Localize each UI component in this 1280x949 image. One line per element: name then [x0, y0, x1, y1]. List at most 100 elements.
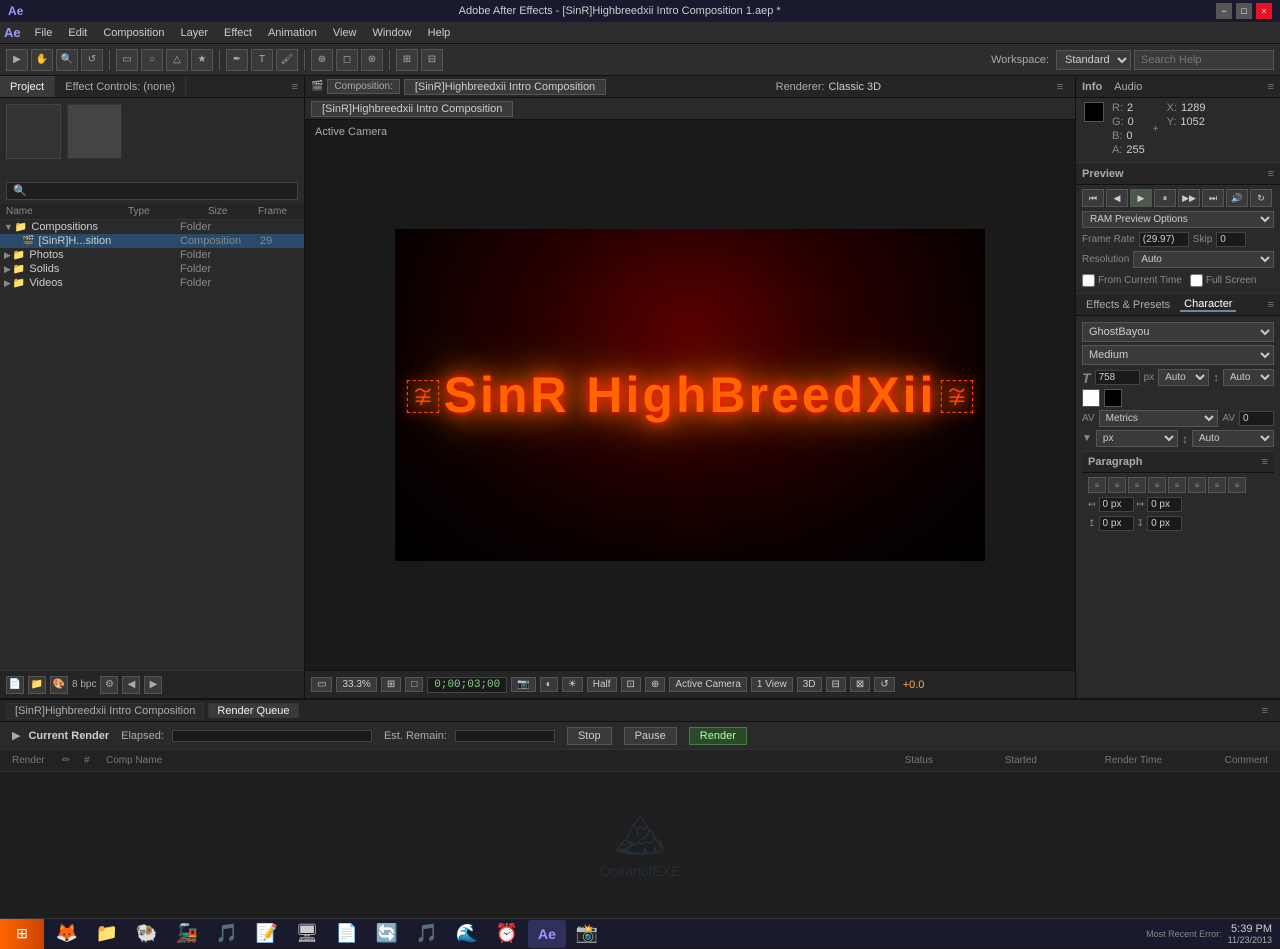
space-after-input[interactable]	[1147, 516, 1182, 531]
tool-clone[interactable]: ⊕	[311, 49, 333, 71]
taskbar-app-visio[interactable]: 📝	[248, 920, 286, 948]
taskbar-app-spotify[interactable]: 🎵	[208, 920, 246, 948]
align-center[interactable]: ≡	[1108, 477, 1126, 493]
prev-item-btn[interactable]: ◀	[122, 676, 140, 694]
leading-select[interactable]: Auto	[1223, 369, 1274, 386]
baseline-select[interactable]: Auto	[1192, 430, 1274, 447]
full-screen-label[interactable]: Full Screen	[1190, 274, 1257, 287]
panel-close[interactable]: ≡	[286, 81, 304, 93]
taskbar-app-ps[interactable]: 📸	[568, 920, 606, 948]
taskbar-app-refresh[interactable]: 🔄	[368, 920, 406, 948]
fill-color-swatch[interactable]	[1082, 389, 1100, 407]
vp-camera-dropdown[interactable]: Active Camera	[669, 677, 747, 692]
align-justify2[interactable]: ≡	[1168, 477, 1186, 493]
align-left[interactable]: ≡	[1088, 477, 1106, 493]
taskbar-app-ie[interactable]: 🌊	[448, 920, 486, 948]
font-weight-selector[interactable]: Medium	[1082, 345, 1274, 365]
tab-effect-controls[interactable]: Effect Controls: (none)	[55, 76, 186, 97]
tree-item[interactable]: ▼ 📁 Compositions Folder	[0, 220, 304, 234]
pause-btn[interactable]: Pause	[624, 727, 677, 745]
paragraph-menu[interactable]: ≡	[1262, 456, 1268, 468]
tool-pen[interactable]: ✒	[226, 49, 248, 71]
menu-file[interactable]: File	[27, 25, 61, 41]
render-btn[interactable]: Render	[689, 727, 747, 745]
kern-type-select[interactable]: Metrics	[1099, 410, 1219, 427]
menu-animation[interactable]: Animation	[260, 25, 325, 41]
prev-last-btn[interactable]: ⏭	[1202, 189, 1224, 207]
vp-3d-btn[interactable]: 3D	[797, 677, 822, 692]
taskbar-app-word[interactable]: 📄	[328, 920, 366, 948]
vp-view-mode[interactable]: Half	[587, 677, 617, 692]
menu-edit[interactable]: Edit	[60, 25, 95, 41]
vp-pixel-ratio[interactable]: ⊡	[621, 677, 641, 692]
taskbar-app-itunes[interactable]: 🎵	[408, 920, 446, 948]
align-justify[interactable]: ≡	[1148, 477, 1166, 493]
current-render-toggle[interactable]: ▶	[12, 729, 20, 742]
font-selector[interactable]: GhostBayou	[1082, 322, 1274, 342]
frame-rate-input[interactable]	[1139, 232, 1189, 247]
tool-eraser[interactable]: ◻	[336, 49, 358, 71]
tab-project[interactable]: Project	[0, 76, 55, 97]
menu-composition[interactable]: Composition	[95, 25, 172, 41]
project-search-input[interactable]	[6, 182, 298, 200]
px-unit-select[interactable]: px	[1096, 430, 1178, 447]
margin-left-input[interactable]	[1099, 497, 1134, 512]
vp-grid-btn[interactable]: ⊞	[381, 677, 401, 692]
info-menu[interactable]: ≡	[1268, 81, 1274, 93]
ram-preview-select[interactable]: RAM Preview Options	[1082, 211, 1274, 228]
settings-btn[interactable]: ⚙	[100, 676, 118, 694]
comp-dropdown[interactable]: Composition:	[327, 79, 399, 94]
tool-brush[interactable]: 🖌	[276, 49, 298, 71]
taskbar-app-ram[interactable]: 🐏	[128, 920, 166, 948]
from-current-label[interactable]: From Current Time	[1082, 274, 1182, 287]
align-right[interactable]: ≡	[1128, 477, 1146, 493]
maximize-button[interactable]: □	[1236, 3, 1252, 19]
tree-item[interactable]: 🎬 [SinR]H...sition Composition 29	[0, 234, 304, 248]
prev-audio-btn[interactable]: 🔊	[1226, 189, 1248, 207]
align-justify5[interactable]: ≡	[1228, 477, 1246, 493]
comp-panel-menu[interactable]: ≡	[1051, 81, 1069, 93]
comp-tab-main[interactable]: [SinR]Highbreedxii Intro Composition	[311, 101, 513, 117]
prev-loop-btn[interactable]: ↻	[1250, 189, 1272, 207]
align-justify3[interactable]: ≡	[1188, 477, 1206, 493]
effects-presets-tab[interactable]: Effects & Presets	[1082, 299, 1174, 311]
margin-right-input[interactable]	[1147, 497, 1182, 512]
vp-exposure-btn[interactable]: ☀	[562, 677, 583, 692]
tool-rotate[interactable]: ↺	[81, 49, 103, 71]
taskbar-app-cmd[interactable]: 🖥	[288, 920, 326, 948]
size-unit-select[interactable]: Auto	[1158, 369, 1209, 386]
start-button[interactable]: ⊞	[0, 919, 44, 949]
tool-star[interactable]: ★	[191, 49, 213, 71]
menu-view[interactable]: View	[325, 25, 365, 41]
stop-btn[interactable]: Stop	[567, 727, 612, 745]
close-button[interactable]: ×	[1256, 3, 1272, 19]
tree-item[interactable]: ▶ 📁 Photos Folder	[0, 248, 304, 262]
audio-tab[interactable]: Audio	[1114, 81, 1142, 93]
color-swatch[interactable]	[1084, 102, 1104, 122]
new-item-btn[interactable]: 📄	[6, 676, 24, 694]
taskbar-app-clock[interactable]: ⏰	[488, 920, 526, 948]
from-current-check[interactable]	[1082, 274, 1095, 287]
effects-menu[interactable]: ≡	[1268, 299, 1274, 311]
next-item-btn[interactable]: ▶	[144, 676, 162, 694]
search-input[interactable]	[1134, 50, 1274, 70]
minimize-button[interactable]: −	[1216, 3, 1232, 19]
tree-item[interactable]: ▶ 📁 Videos Folder	[0, 276, 304, 290]
workspace-select[interactable]: Standard	[1056, 50, 1131, 70]
vp-views-dropdown[interactable]: 1 View	[751, 677, 793, 692]
prev-back-btn[interactable]: ◀	[1106, 189, 1128, 207]
menu-help[interactable]: Help	[420, 25, 459, 41]
tool-ellipse[interactable]: ○	[141, 49, 163, 71]
tool-poly[interactable]: △	[166, 49, 188, 71]
tree-item[interactable]: ▶ 📁 Solids Folder	[0, 262, 304, 276]
tool-rect[interactable]: ▭	[116, 49, 138, 71]
kern-value-input[interactable]	[1239, 411, 1274, 426]
vp-mask-btn[interactable]: □	[405, 677, 423, 692]
menu-window[interactable]: Window	[365, 25, 420, 41]
tool-zoom[interactable]: 🔍	[56, 49, 78, 71]
vp-region-btn[interactable]: ▭	[311, 677, 332, 692]
renderer-value[interactable]: Classic 3D	[829, 81, 882, 93]
tool-text[interactable]: T	[251, 49, 273, 71]
vp-motion-blur[interactable]: ⊕	[645, 677, 665, 692]
tool-puppet[interactable]: ⊛	[361, 49, 383, 71]
